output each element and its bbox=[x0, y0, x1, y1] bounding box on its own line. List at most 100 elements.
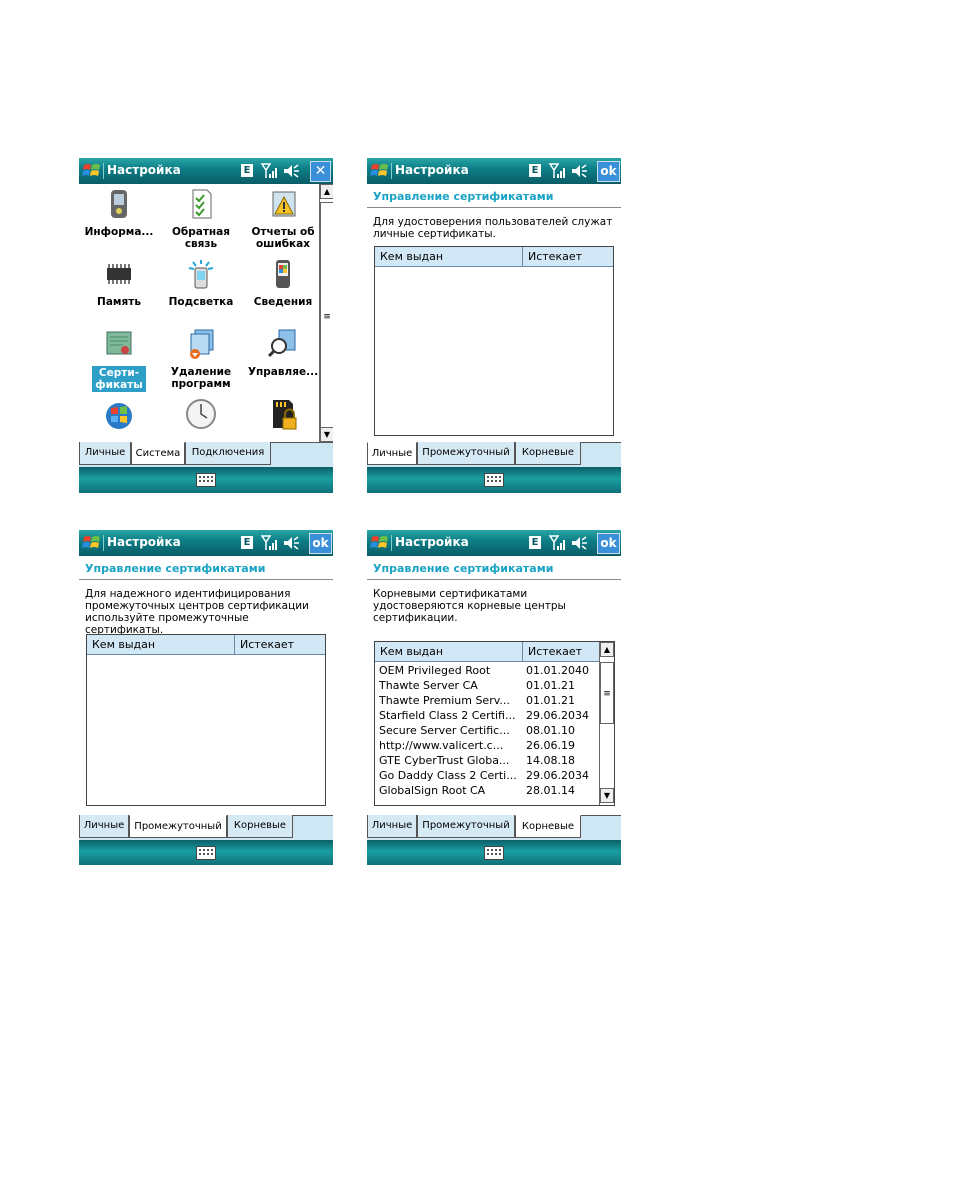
column-header-issuer[interactable]: Кем выдан bbox=[375, 642, 523, 661]
volume-icon[interactable] bbox=[570, 534, 588, 552]
title-bar: Настройка E ok bbox=[79, 530, 333, 556]
column-header-expires[interactable]: Истекает bbox=[523, 642, 582, 661]
issuer-cell: Starfield Class 2 Certifi... bbox=[379, 709, 516, 722]
network-e-icon[interactable]: E bbox=[529, 164, 541, 177]
grid-item-about[interactable]: Сведения bbox=[243, 258, 323, 318]
grid-item-label: Сведения bbox=[253, 296, 313, 308]
heading-divider bbox=[367, 207, 621, 208]
certificate-list[interactable]: Кем выдан Истекает OEM Privileged Root 0… bbox=[374, 641, 615, 806]
column-header-issuer[interactable]: Кем выдан bbox=[375, 247, 523, 266]
keyboard-icon[interactable] bbox=[196, 473, 216, 487]
grid-item-managed-programs[interactable]: Управляе... bbox=[243, 328, 323, 396]
windows-start-icon[interactable] bbox=[370, 533, 390, 553]
grid-item-clock[interactable] bbox=[161, 398, 241, 442]
tab-root[interactable]: Корневые bbox=[515, 815, 581, 838]
tab-personal[interactable]: Личные bbox=[367, 815, 417, 838]
issuer-cell: Go Daddy Class 2 Certi... bbox=[379, 769, 517, 782]
column-header-expires[interactable]: Истекает bbox=[523, 247, 582, 266]
list-header: Кем выдан Истекает bbox=[87, 635, 325, 655]
vertical-scrollbar[interactable]: ▲ ≡ ▼ bbox=[599, 642, 614, 805]
tab-system[interactable]: Система bbox=[131, 442, 185, 465]
expires-cell: 01.01.2040 bbox=[526, 664, 589, 677]
selected-label-text: Серти-фикаты bbox=[92, 366, 146, 392]
ok-button[interactable]: ok bbox=[309, 533, 332, 554]
tab-personal[interactable]: Личные bbox=[367, 442, 417, 465]
scroll-up-icon[interactable]: ▲ bbox=[600, 642, 614, 657]
network-e-icon[interactable]: E bbox=[529, 536, 541, 549]
column-header-issuer[interactable]: Кем выдан bbox=[87, 635, 235, 654]
signal-icon[interactable] bbox=[548, 534, 566, 552]
description-text: Для удостоверения пользователей служат л… bbox=[373, 216, 613, 240]
grid-item-remove-programs[interactable]: Удаление программ bbox=[161, 328, 241, 396]
certificate-list[interactable]: Кем выдан Истекает bbox=[374, 246, 614, 436]
scroll-thumb[interactable]: ≡ bbox=[320, 202, 333, 430]
grid-item-label: Управляе... bbox=[247, 366, 319, 378]
tab-intermediate[interactable]: Промежуточный bbox=[417, 442, 515, 465]
signal-icon[interactable] bbox=[548, 162, 566, 180]
tab-root[interactable]: Корневые bbox=[227, 815, 293, 838]
grid-item-certificates[interactable]: Серти-фикаты bbox=[79, 328, 159, 396]
volume-icon[interactable] bbox=[570, 162, 588, 180]
keyboard-icon[interactable] bbox=[484, 473, 504, 487]
tab-bar: Личные Промежуточный Корневые bbox=[367, 815, 621, 840]
app-title: Настройка bbox=[107, 535, 181, 549]
app-title: Настройка bbox=[107, 163, 181, 177]
title-separator bbox=[103, 535, 104, 551]
ok-button[interactable]: ok bbox=[597, 161, 620, 182]
managed-programs-icon bbox=[267, 329, 296, 358]
remove-programs-icon bbox=[190, 329, 214, 359]
grid-item-windows-update[interactable] bbox=[79, 398, 159, 442]
volume-icon[interactable] bbox=[282, 162, 300, 180]
network-e-icon[interactable]: E bbox=[241, 536, 253, 549]
keyboard-icon[interactable] bbox=[484, 846, 504, 860]
windows-start-icon[interactable] bbox=[82, 533, 102, 553]
scroll-down-icon[interactable]: ▼ bbox=[320, 427, 333, 442]
grid-item-label: Отчеты об ошибках bbox=[251, 226, 315, 250]
keyboard-icon[interactable] bbox=[196, 846, 216, 860]
vertical-scrollbar[interactable]: ▲ ≡ ▼ bbox=[319, 184, 333, 442]
tab-bar: Личные Промежуточный Корневые bbox=[79, 815, 333, 840]
grid-item-error-reports[interactable]: Отчеты об ошибках bbox=[243, 188, 323, 250]
tab-personal[interactable]: Личные bbox=[79, 442, 131, 465]
soft-key-bar bbox=[79, 467, 333, 493]
soft-key-bar bbox=[367, 840, 621, 865]
network-e-icon[interactable]: E bbox=[241, 164, 253, 177]
description-text: Корневыми сертификатами удостоверяются к… bbox=[373, 588, 566, 624]
signal-icon[interactable] bbox=[260, 534, 278, 552]
grid-item-info[interactable]: Информа... bbox=[79, 188, 159, 248]
grid-item-label: Удаление программ bbox=[170, 366, 232, 390]
device-info-icon bbox=[111, 190, 127, 218]
app-title: Настройка bbox=[395, 163, 469, 177]
expires-cell: 01.01.21 bbox=[526, 679, 575, 692]
tab-connections[interactable]: Подключения bbox=[185, 442, 271, 465]
certificate-list[interactable]: Кем выдан Истекает bbox=[86, 634, 326, 806]
error-reports-icon bbox=[272, 191, 296, 217]
volume-icon[interactable] bbox=[282, 534, 300, 552]
grid-item-feedback[interactable]: Обратная связь bbox=[161, 188, 241, 250]
windows-start-icon[interactable] bbox=[82, 161, 102, 181]
storage-lock-icon bbox=[273, 400, 297, 430]
signal-icon[interactable] bbox=[260, 162, 278, 180]
ok-button[interactable]: ok bbox=[597, 533, 620, 554]
tab-intermediate[interactable]: Промежуточный bbox=[417, 815, 515, 838]
close-icon[interactable]: ✕ bbox=[310, 161, 331, 182]
windows-start-icon[interactable] bbox=[370, 161, 390, 181]
tab-personal[interactable]: Личные bbox=[79, 815, 129, 838]
grid-item-label: Память bbox=[97, 296, 141, 308]
column-header-expires[interactable]: Истекает bbox=[235, 635, 294, 654]
title-bar: Настройка E ok bbox=[367, 158, 621, 184]
scroll-up-icon[interactable]: ▲ bbox=[320, 184, 333, 199]
expires-cell: 28.01.14 bbox=[526, 784, 575, 797]
grid-item-encryption[interactable] bbox=[243, 398, 323, 442]
title-separator bbox=[391, 535, 392, 551]
scroll-down-icon[interactable]: ▼ bbox=[600, 788, 614, 803]
clock-icon bbox=[186, 399, 216, 429]
certificates-icon bbox=[106, 331, 132, 355]
scroll-thumb[interactable]: ≡ bbox=[600, 662, 614, 724]
grid-item-memory[interactable]: Память bbox=[79, 258, 159, 318]
list-header: Кем выдан Истекает bbox=[375, 642, 599, 662]
grid-item-backlight[interactable]: Подсветка bbox=[161, 258, 241, 318]
title-separator bbox=[103, 163, 104, 179]
tab-root[interactable]: Корневые bbox=[515, 442, 581, 465]
tab-intermediate[interactable]: Промежуточный bbox=[129, 815, 227, 838]
